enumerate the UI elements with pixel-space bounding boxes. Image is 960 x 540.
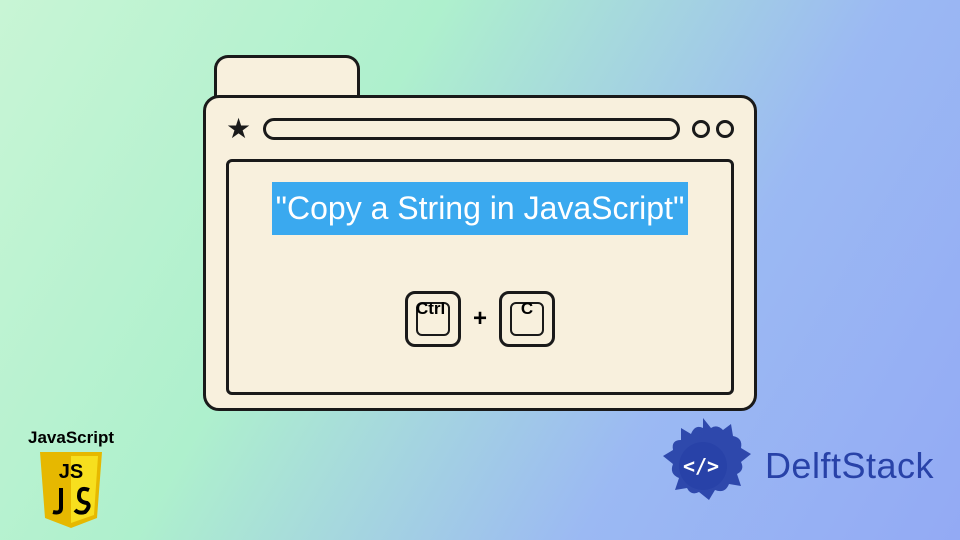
- control-circle-icon: [692, 120, 710, 138]
- plus-symbol: +: [473, 305, 487, 333]
- shield-text: JS: [59, 461, 83, 483]
- javascript-label: JavaScript: [28, 428, 114, 448]
- ctrl-key-icon: Ctrl: [405, 291, 461, 347]
- delftstack-text: DelftStack: [765, 445, 934, 487]
- browser-window-illustration: ★ "Copy a String in JavaScript" Ctrl + C: [203, 55, 757, 411]
- key-label: Ctrl: [416, 299, 445, 319]
- window-controls: [692, 120, 734, 138]
- svg-text:</>: </>: [683, 454, 719, 478]
- delftstack-logo: </> DelftStack: [651, 414, 934, 518]
- control-circle-icon: [716, 120, 734, 138]
- browser-tab: [214, 55, 360, 98]
- address-bar: [263, 118, 680, 140]
- content-area: "Copy a String in JavaScript" Ctrl + C: [226, 159, 734, 395]
- c-key-icon: C: [499, 291, 555, 347]
- selected-text: "Copy a String in JavaScript": [272, 182, 689, 235]
- browser-body: ★ "Copy a String in JavaScript" Ctrl + C: [203, 95, 757, 411]
- delftstack-emblem-icon: </>: [651, 414, 755, 518]
- browser-toolbar: ★: [226, 112, 734, 145]
- keyboard-shortcut: Ctrl + C: [405, 291, 555, 347]
- javascript-shield-icon: JS: [35, 450, 107, 530]
- javascript-badge: JavaScript JS: [28, 428, 114, 530]
- bookmark-star-icon: ★: [226, 112, 251, 145]
- key-label: C: [521, 299, 533, 319]
